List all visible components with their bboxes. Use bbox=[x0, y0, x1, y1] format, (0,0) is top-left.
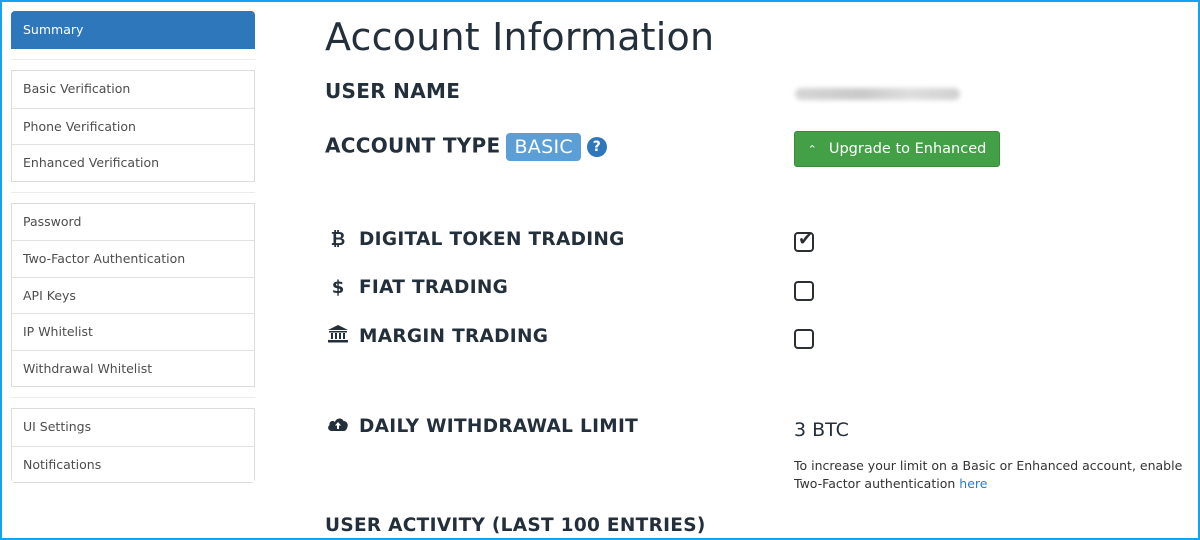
sidebar-group-security: Password Two-Factor Authentication API K… bbox=[11, 202, 255, 387]
sidebar-item-basic-verification[interactable]: Basic Verification bbox=[12, 71, 254, 108]
double-chevron-up-icon: ⌃ bbox=[807, 142, 817, 156]
sidebar-item-api-keys[interactable]: API Keys bbox=[12, 276, 254, 313]
user-name-label: USER NAME bbox=[325, 79, 461, 103]
sidebar-group-preferences: UI Settings Notifications bbox=[11, 408, 255, 483]
question-circle-icon[interactable]: ? bbox=[586, 137, 607, 157]
digital-token-checkbox[interactable]: ✔ bbox=[794, 229, 814, 252]
divider bbox=[11, 191, 255, 193]
user-name-value-redacted bbox=[795, 88, 960, 100]
sidebar-item-phone-verification[interactable]: Phone Verification bbox=[12, 107, 254, 144]
permission-digital-token: ₿ DIGITAL TOKEN TRADING bbox=[325, 229, 625, 250]
daily-withdrawal-limit-row: DAILY WITHDRAWAL LIMIT bbox=[325, 416, 638, 437]
permission-label: DIGITAL TOKEN TRADING bbox=[359, 229, 625, 250]
sidebar-item-ip-whitelist[interactable]: IP Whitelist bbox=[12, 313, 254, 350]
upgrade-button-label: Upgrade to Enhanced bbox=[828, 141, 987, 157]
sidebar-item-summary[interactable]: Summary bbox=[11, 11, 255, 49]
sidebar-item-enhanced-verification[interactable]: Enhanced Verification bbox=[12, 144, 254, 181]
dollar-icon: $ bbox=[331, 277, 345, 298]
sidebar-item-password[interactable]: Password bbox=[12, 203, 254, 240]
account-type-label: ACCOUNT TYPE bbox=[325, 133, 501, 158]
daily-withdrawal-limit-label: DAILY WITHDRAWAL LIMIT bbox=[359, 416, 639, 437]
note-text: To increase your limit on a Basic or Enh… bbox=[794, 458, 1183, 491]
permission-label: MARGIN TRADING bbox=[359, 326, 549, 347]
sidebar-item-withdrawal-whitelist[interactable]: Withdrawal Whitelist bbox=[12, 349, 254, 386]
sidebar-group-verification: Basic Verification Phone Verification En… bbox=[11, 70, 255, 182]
margin-trading-checkbox[interactable] bbox=[794, 329, 814, 349]
sidebar: Summary Basic Verification Phone Verific… bbox=[11, 11, 255, 483]
bitcoin-icon: ₿ bbox=[330, 229, 346, 250]
sidebar-item-notifications[interactable]: Notifications bbox=[12, 445, 254, 482]
account-type-badge: BASIC bbox=[506, 133, 581, 161]
sidebar-item-two-factor[interactable]: Two-Factor Authentication bbox=[12, 240, 254, 277]
page-title: Account Information bbox=[325, 15, 715, 59]
withdrawal-limit-note: To increase your limit on a Basic or Enh… bbox=[794, 457, 1200, 493]
permission-label: FIAT TRADING bbox=[359, 277, 509, 298]
permission-fiat: $ FIAT TRADING bbox=[325, 277, 508, 298]
account-type-row: ACCOUNT TYPE BASIC? bbox=[325, 133, 607, 161]
check-icon: ✔ bbox=[798, 229, 814, 250]
user-activity-heading: USER ACTIVITY (LAST 100 ENTRIES) bbox=[325, 515, 706, 536]
enable-two-factor-link[interactable]: here bbox=[959, 476, 987, 491]
divider bbox=[11, 59, 255, 60]
permission-margin: MARGIN TRADING bbox=[325, 325, 548, 348]
cloud-upload-icon bbox=[325, 416, 351, 437]
fiat-trading-checkbox[interactable] bbox=[794, 281, 814, 301]
upgrade-to-enhanced-button[interactable]: ⌃ Upgrade to Enhanced bbox=[794, 131, 1000, 167]
divider bbox=[11, 397, 255, 398]
daily-withdrawal-limit-value: 3 BTC bbox=[794, 419, 849, 441]
main-content: Account Information USER NAME ACCOUNT TY… bbox=[325, 0, 1200, 540]
bank-icon bbox=[325, 325, 351, 348]
sidebar-item-ui-settings[interactable]: UI Settings bbox=[12, 409, 254, 446]
